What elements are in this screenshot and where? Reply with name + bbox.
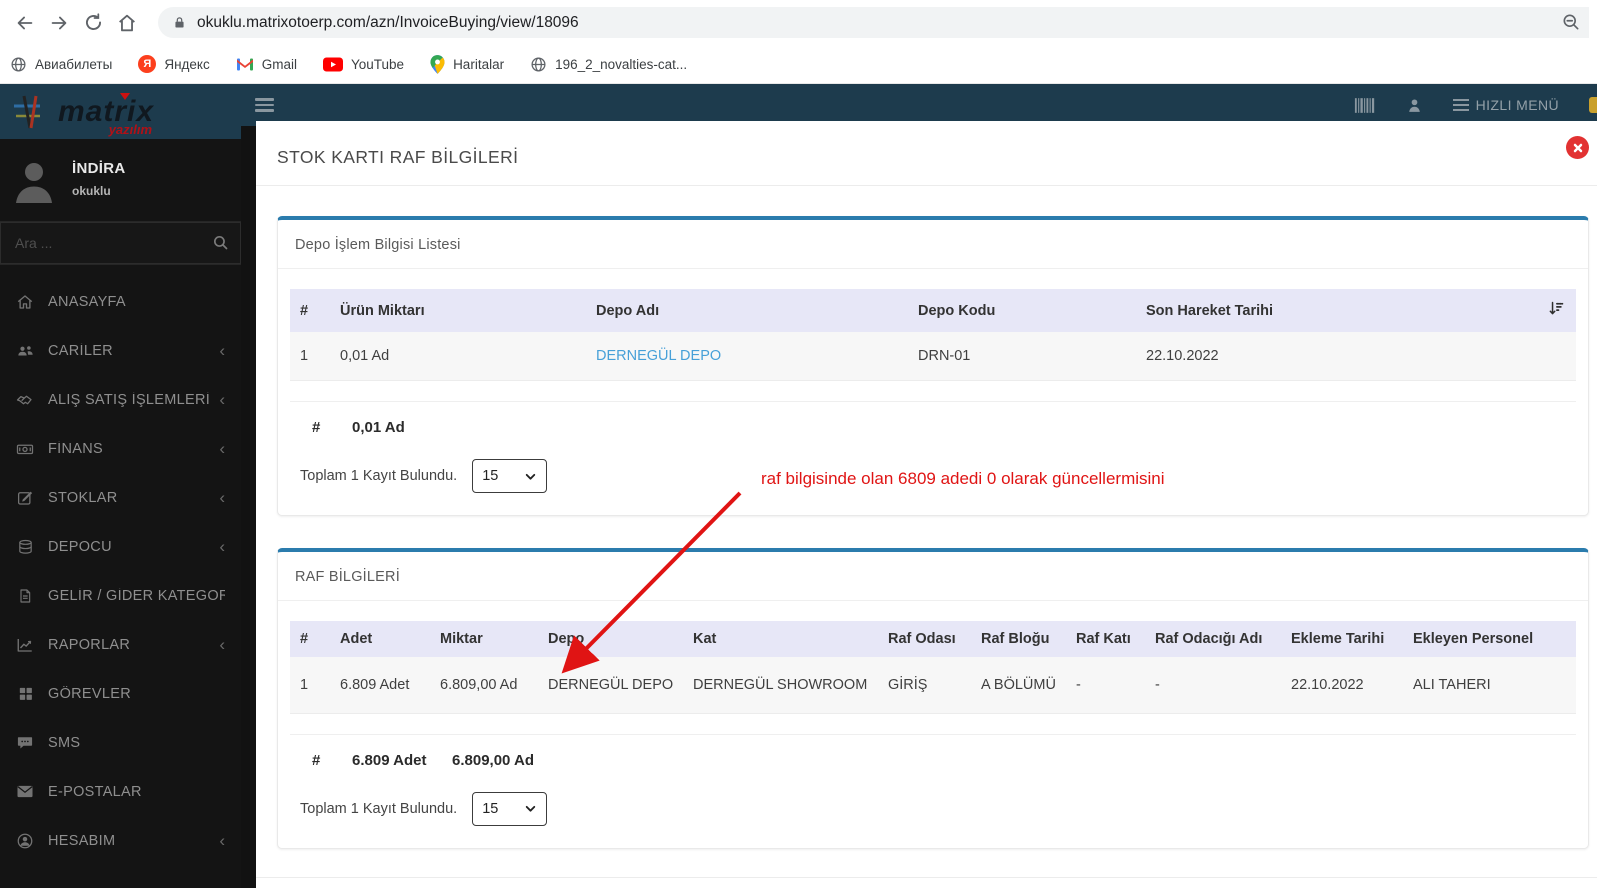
close-button[interactable] (1566, 136, 1589, 159)
sidebar-item-hesabim[interactable]: HESABIM ‹ (0, 816, 241, 865)
stok-karti-modal: STOK KARTI RAF BİLGİLERİ Depo İşlem Bilg… (256, 121, 1597, 888)
depot-table-footer: # 0,01 Ad (312, 419, 405, 436)
shelf-table-footer: # 6.809 Adet 6.809,00 Ad (312, 751, 534, 769)
bookmark-yandex[interactable]: Я Яндекс (138, 55, 210, 73)
user-circle-icon (17, 833, 33, 848)
sidebar-item-stoklar[interactable]: STOKLAR ‹ (0, 473, 241, 522)
sidebar-item-alis-satis[interactable]: ALIŞ SATIŞ İŞLEMLERİ ‹ (0, 375, 241, 424)
database-icon (18, 539, 32, 554)
shelf-miktar-cell: 6.809,00 Ad (440, 676, 518, 693)
back-icon[interactable] (8, 6, 42, 40)
forward-icon[interactable] (42, 6, 76, 40)
search-input[interactable] (0, 222, 241, 264)
search-icon[interactable] (212, 234, 229, 251)
sidebar: matrix yazılım İNDİRA okuklu ANASAYFA (0, 84, 241, 888)
depot-table-row: 1 0,01 Ad DERNEGÜL DEPO DRN-01 22.10.202… (290, 332, 1576, 381)
annotation-text: raf bilgisinde olan 6809 adedi 0 olarak … (761, 469, 1165, 488)
bookmark-aviabilety[interactable]: Авиабилеты (10, 56, 112, 73)
envelope-icon (17, 785, 33, 798)
logo-sub-text: yazılım (108, 121, 153, 137)
globe-icon (531, 56, 546, 72)
edit-icon (17, 491, 33, 505)
users-icon (17, 345, 33, 355)
money-icon (16, 444, 34, 454)
home-icon (17, 294, 33, 309)
home-button-icon[interactable] (110, 6, 144, 40)
user-company: okuklu (72, 184, 111, 198)
chevron-down-icon (525, 473, 536, 480)
grid-icon (19, 687, 32, 700)
bookmark-youtube[interactable]: YouTube (323, 57, 404, 72)
sidebar-item-depocu[interactable]: DEPOCU ‹ (0, 522, 241, 571)
topbar: HIZLI MENÜ (241, 84, 1597, 126)
cart-icon[interactable] (1589, 97, 1597, 113)
sidebar-item-anasayfa[interactable]: ANASAYFA (0, 277, 241, 326)
sidebar-item-epostalar[interactable]: E-POSTALAR (0, 767, 241, 816)
reload-icon[interactable] (76, 6, 110, 40)
sidebar-item-sms[interactable]: SMS (0, 718, 241, 767)
shelf-table: # Adet Miktar Depo Kat Raf Odası Raf Blo… (290, 621, 1576, 714)
sort-icon[interactable] (1547, 299, 1566, 318)
shelf-total-text: Toplam 1 Kayıt Bulundu. (300, 800, 458, 817)
user-icon[interactable] (1406, 97, 1423, 114)
sidebar-toggle-icon[interactable] (255, 95, 274, 115)
yandex-icon: Я (138, 55, 157, 73)
modal-title: STOK KARTI RAF BİLGİLERİ (277, 147, 519, 167)
barcode-icon[interactable] (1354, 97, 1376, 114)
shelf-table-header: # Adet Miktar Depo Kat Raf Odası Raf Blo… (290, 621, 1576, 657)
close-icon (1573, 143, 1582, 152)
depot-total-text: Toplam 1 Kayıt Bulundu. (300, 468, 458, 484)
handshake-icon (16, 395, 32, 404)
file-icon (20, 588, 31, 603)
sidebar-item-raporlar[interactable]: RAPORLAR ‹ (0, 620, 241, 669)
chevron-down-icon (525, 805, 536, 812)
bookmarks-bar: Авиабилеты Я Яндекс Gmail YouTube Harita… (0, 45, 1597, 84)
depot-table: # Ürün Miktarı Depo Adı Depo Kodu Son Ha… (290, 289, 1576, 381)
lock-icon (175, 17, 184, 28)
bookmark-novalties[interactable]: 196_2_novalties-cat... (530, 56, 687, 73)
bookmark-gmail[interactable]: Gmail (236, 57, 297, 72)
browser-toolbar: okuklu.matrixotoerp.com/azn/InvoiceBuyin… (0, 0, 1597, 45)
user-panel: İNDİRA okuklu (0, 139, 241, 221)
user-name: İNDİRA (72, 160, 126, 177)
shelf-pagesize-select[interactable]: 15 (472, 791, 548, 826)
matrix-logo-icon (14, 95, 40, 128)
logo-dot (120, 92, 131, 100)
sidebar-item-cariler[interactable]: CARİLER ‹ (0, 326, 241, 375)
app-logo[interactable]: matrix yazılım (0, 84, 241, 139)
shelf-table-row: 1 6.809 Adet 6.809,00 Ad DERNEGÜL DEPO D… (290, 657, 1576, 713)
depot-table-header: # Ürün Miktarı Depo Adı Depo Kodu Son Ha… (290, 289, 1576, 332)
depot-card-title: Depo İşlem Bilgisi Listesi (295, 237, 461, 253)
maps-icon (430, 54, 445, 74)
chart-icon (17, 638, 32, 652)
sidebar-item-gelir-gider[interactable]: GELİR / GİDER KATEGORİ (0, 571, 241, 620)
quick-menu-button[interactable]: HIZLI MENÜ (1452, 96, 1559, 114)
address-bar[interactable]: okuklu.matrixotoerp.com/azn/InvoiceBuyin… (158, 7, 1589, 38)
menu-bars-icon (1452, 96, 1469, 114)
gmail-icon (236, 58, 253, 70)
comment-icon (17, 737, 33, 749)
avatar (16, 163, 52, 203)
zoom-out-icon[interactable] (1561, 12, 1581, 32)
depot-name-link[interactable]: DERNEGÜL DEPO (596, 348, 721, 364)
sidebar-item-finans[interactable]: FİNANS ‹ (0, 424, 241, 473)
depot-pagesize-select[interactable]: 15 (472, 459, 548, 493)
shelf-card-title: RAF BİLGİLERİ (295, 569, 400, 585)
bookmark-haritalar[interactable]: Haritalar (430, 54, 504, 74)
modal-footer-divider (256, 877, 1597, 878)
url-text: okuklu.matrixotoerp.com/azn/InvoiceBuyin… (197, 13, 579, 31)
shelf-info-card: RAF BİLGİLERİ # Adet Miktar Depo Kat Raf… (277, 548, 1589, 849)
youtube-icon (323, 57, 343, 71)
globe-icon (11, 56, 26, 72)
sidebar-menu: ANASAYFA CARİLER ‹ ALIŞ SATIŞ İŞLEMLERİ … (0, 265, 241, 865)
sidebar-item-gorevler[interactable]: GÖREVLER (0, 669, 241, 718)
